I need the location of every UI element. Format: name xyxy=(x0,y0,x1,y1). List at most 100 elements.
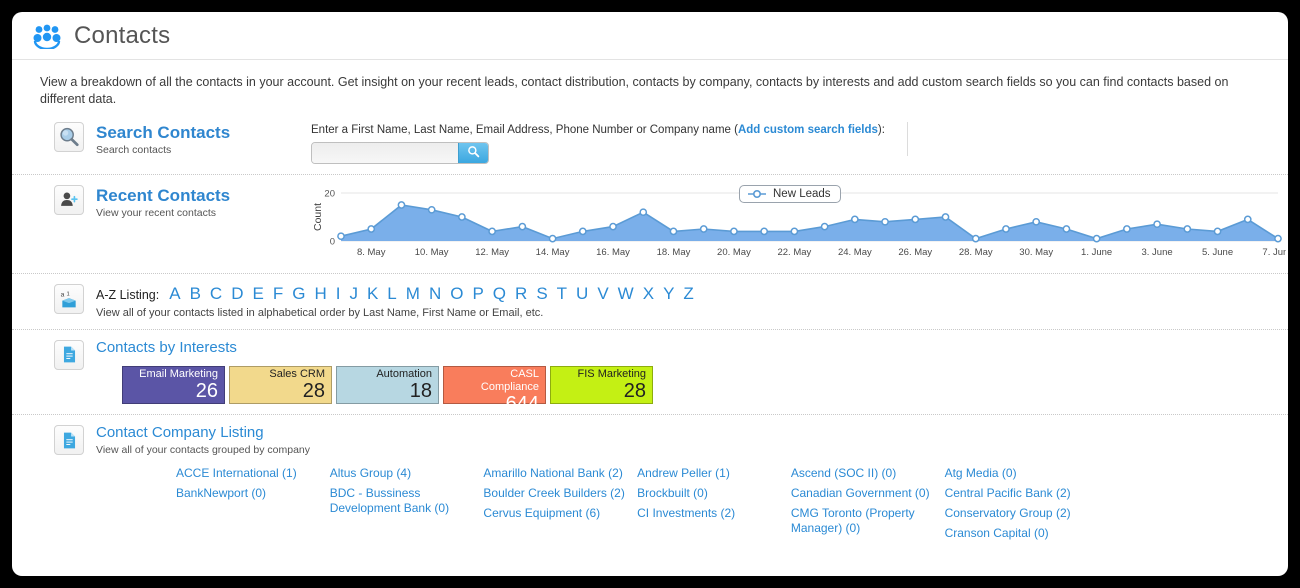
chart-x-tick-label: 1. June xyxy=(1081,247,1112,258)
chart-data-point[interactable] xyxy=(1153,220,1161,228)
chart-data-point[interactable] xyxy=(337,232,345,240)
company-link[interactable]: BDC - Bussiness Development Bank (0) xyxy=(330,486,474,516)
company-column: ACCE International (1) BankNewport (0) xyxy=(176,466,320,541)
chart-x-tick-label: 20. May xyxy=(717,247,751,258)
az-letter-h[interactable]: H xyxy=(314,284,326,304)
chart-data-point[interactable] xyxy=(548,234,557,243)
company-link[interactable]: CI Investments (2) xyxy=(637,506,781,521)
az-letter-i[interactable]: I xyxy=(336,284,341,304)
company-link[interactable]: Cranson Capital (0) xyxy=(945,526,1089,541)
az-letter-s[interactable]: S xyxy=(536,284,547,304)
az-letter-a[interactable]: A xyxy=(169,284,180,304)
chart-data-point[interactable] xyxy=(518,222,527,231)
chart-data-point[interactable] xyxy=(1032,217,1041,226)
contact-company-listing-title[interactable]: Contact Company Listing xyxy=(96,425,1262,442)
az-letter-r[interactable]: R xyxy=(515,284,527,304)
chart-data-point[interactable] xyxy=(488,227,496,236)
az-letter-d[interactable]: D xyxy=(231,284,243,304)
az-letter-x[interactable]: X xyxy=(643,284,654,304)
company-column: Atg Media (0) Central Pacific Bank (2) Con… xyxy=(945,466,1089,541)
chart-data-point[interactable] xyxy=(1274,234,1282,243)
chart-data-point[interactable] xyxy=(850,215,859,224)
contacts-by-interests-title[interactable]: Contacts by Interests xyxy=(96,339,1262,357)
company-link[interactable]: Conservatory Group (2) xyxy=(945,506,1089,521)
az-letter-u[interactable]: U xyxy=(576,284,588,304)
company-link[interactable]: CMG Toronto (Property Manager) (0) xyxy=(791,506,935,536)
company-link[interactable]: ACCE International (1) xyxy=(176,466,320,481)
az-letter-y[interactable]: Y xyxy=(663,284,674,304)
search-contacts-label-block: Search Contacts Search contacts xyxy=(96,122,311,164)
search-button[interactable] xyxy=(458,142,488,163)
company-link[interactable]: Atg Media (0) xyxy=(945,466,1089,481)
chart-data-point[interactable] xyxy=(639,208,648,216)
az-letter-t[interactable]: T xyxy=(557,284,567,304)
chart-x-tick-label: 22. May xyxy=(777,247,811,258)
chart-area xyxy=(341,204,1278,241)
company-link[interactable]: Canadian Government (0) xyxy=(791,486,935,501)
az-letter-f[interactable]: F xyxy=(273,284,283,304)
chart-data-point[interactable] xyxy=(427,205,436,214)
add-custom-search-fields-link[interactable]: Add custom search fields xyxy=(738,124,878,136)
chart-data-point[interactable] xyxy=(1062,224,1071,233)
az-letter-j[interactable]: J xyxy=(349,284,358,304)
chart-data-point[interactable] xyxy=(1243,215,1252,224)
az-letter-l[interactable]: L xyxy=(387,284,396,304)
chart-data-point[interactable] xyxy=(699,224,708,233)
contact-company-listing-section: Contact Company Listing View all of your… xyxy=(12,415,1288,551)
company-link[interactable]: Boulder Creek Builders (2) xyxy=(483,486,627,501)
az-letter-e[interactable]: E xyxy=(252,284,263,304)
chart-data-point[interactable] xyxy=(941,212,950,221)
az-letter-m[interactable]: M xyxy=(406,284,420,304)
az-letter-k[interactable]: K xyxy=(367,284,378,304)
az-letter-z[interactable]: Z xyxy=(683,284,693,304)
chart-data-point[interactable] xyxy=(881,217,889,226)
chart-data-point[interactable] xyxy=(458,212,466,221)
az-letter-p[interactable]: P xyxy=(472,284,483,304)
chart-legend[interactable]: New Leads xyxy=(739,184,841,203)
chart-data-point[interactable] xyxy=(1183,224,1192,233)
interest-tag[interactable]: Automation 18 xyxy=(336,366,439,405)
search-input[interactable] xyxy=(312,142,458,163)
chart-data-point[interactable] xyxy=(1092,234,1101,243)
az-letter-o[interactable]: O xyxy=(450,284,463,304)
company-link[interactable]: Central Pacific Bank (2) xyxy=(945,486,1089,501)
chart-data-point[interactable] xyxy=(397,200,406,209)
chart-data-point[interactable] xyxy=(790,227,799,236)
company-link[interactable]: Ascend (SOC II) (0) xyxy=(791,466,935,481)
chart-data-point[interactable] xyxy=(911,215,920,224)
interest-tag[interactable]: FIS Marketing 28 xyxy=(550,366,653,405)
page-intro: View a breakdown of all the contacts in … xyxy=(40,75,1229,106)
chart-data-point[interactable] xyxy=(760,227,769,236)
az-letter-v[interactable]: V xyxy=(597,284,608,304)
chart-data-point[interactable] xyxy=(1123,224,1131,233)
chart-data-point[interactable] xyxy=(669,227,678,236)
company-link[interactable]: Brockbuilt (0) xyxy=(637,486,781,501)
company-link[interactable]: Amarillo National Bank (2) xyxy=(483,466,627,481)
az-letter-q[interactable]: Q xyxy=(493,284,506,304)
chart-data-point[interactable] xyxy=(1002,224,1010,233)
search-icon xyxy=(467,145,480,161)
company-link[interactable]: Cervus Equipment (6) xyxy=(483,506,627,521)
chart-data-point[interactable] xyxy=(971,234,980,243)
company-link[interactable]: BankNewport (0) xyxy=(176,486,320,501)
az-letter-w[interactable]: W xyxy=(618,284,634,304)
search-contacts-title[interactable]: Search Contacts xyxy=(96,123,311,143)
interest-tag[interactable]: CASL Compliance 644 xyxy=(443,366,546,415)
az-letter-c[interactable]: C xyxy=(210,284,222,304)
search-divider xyxy=(906,121,908,156)
company-link[interactable]: Altus Group (4) xyxy=(330,466,474,481)
az-letter-n[interactable]: N xyxy=(429,284,441,304)
az-letter-g[interactable]: G xyxy=(292,284,305,304)
chart-data-point[interactable] xyxy=(1213,227,1222,236)
chart-data-point[interactable] xyxy=(609,222,617,231)
chart-data-point[interactable] xyxy=(578,227,587,236)
company-link[interactable]: Andrew Peller (1) xyxy=(637,466,781,481)
az-letter-b[interactable]: B xyxy=(190,284,201,304)
chart-data-point[interactable] xyxy=(730,227,738,236)
interest-tag[interactable]: Email Marketing 26 xyxy=(122,366,225,405)
recent-contacts-title[interactable]: Recent Contacts xyxy=(96,186,311,206)
interest-tag[interactable]: Sales CRM 28 xyxy=(229,366,332,405)
chart-data-point[interactable] xyxy=(367,224,376,233)
chart-data-point[interactable] xyxy=(820,222,829,231)
search-controls: Enter a First Name, Last Name, Email Add… xyxy=(311,122,885,164)
